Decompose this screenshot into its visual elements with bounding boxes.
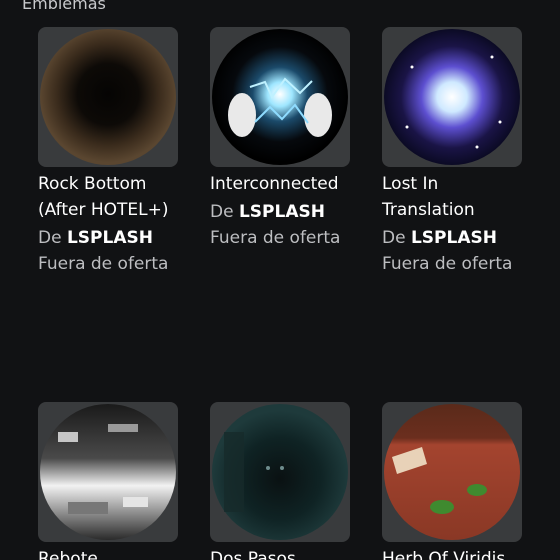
badge-thumbnail[interactable] <box>38 27 178 167</box>
creator-name[interactable]: LSPLASH <box>67 228 153 248</box>
badge-card-dos-pasos[interactable]: Dos Pasos <box>210 402 360 560</box>
lost-in-translation-badge-image <box>384 29 520 165</box>
badge-card-interconnected[interactable]: Interconnected De LSPLASH Fuera de ofert… <box>210 27 360 251</box>
badge-name[interactable]: Lost In Translation <box>382 171 532 223</box>
rebote-badge-image <box>40 404 176 540</box>
badge-thumbnail[interactable] <box>382 402 522 542</box>
badge-creator[interactable]: De LSPLASH <box>38 225 188 251</box>
section-title: Emblemas <box>22 0 106 13</box>
badge-thumbnail[interactable] <box>210 402 350 542</box>
badge-price-status: Fuera de oferta <box>210 228 341 248</box>
badge-name[interactable]: Dos Pasos <box>210 546 360 560</box>
creator-prefix: De <box>210 202 234 222</box>
creator-prefix: De <box>382 228 406 248</box>
badge-card-rebote[interactable]: Rebote <box>38 402 188 560</box>
badge-card-herb-of-viridis[interactable]: Herb Of Viridis <box>382 402 532 560</box>
badge-name[interactable]: Herb Of Viridis <box>382 546 532 560</box>
badge-creator[interactable]: De LSPLASH <box>382 225 532 251</box>
badge-thumbnail[interactable] <box>210 27 350 167</box>
creator-name[interactable]: LSPLASH <box>411 228 497 248</box>
badges-page: Emblemas Rock Bottom (After HOTEL+) De L… <box>0 0 560 560</box>
badge-price-status: Fuera de oferta <box>38 254 169 274</box>
badge-name[interactable]: Rebote <box>38 546 188 560</box>
creator-prefix: De <box>38 228 62 248</box>
badge-thumbnail[interactable] <box>38 402 178 542</box>
badge-creator[interactable]: De LSPLASH <box>210 199 360 225</box>
badge-name[interactable]: Rock Bottom (After HOTEL+) <box>38 171 188 223</box>
badge-thumbnail[interactable] <box>382 27 522 167</box>
interconnected-badge-image <box>212 29 348 165</box>
rock-bottom-badge-image <box>40 29 176 165</box>
herb-of-viridis-badge-image <box>384 404 520 540</box>
badge-card-rock-bottom[interactable]: Rock Bottom (After HOTEL+) De LSPLASH Fu… <box>38 27 188 277</box>
badge-price-status: Fuera de oferta <box>382 254 513 274</box>
dos-pasos-badge-image <box>212 404 348 540</box>
badge-name[interactable]: Interconnected <box>210 171 360 197</box>
badge-card-lost-in-translation[interactable]: Lost In Translation De LSPLASH Fuera de … <box>382 27 532 277</box>
creator-name[interactable]: LSPLASH <box>239 202 325 222</box>
